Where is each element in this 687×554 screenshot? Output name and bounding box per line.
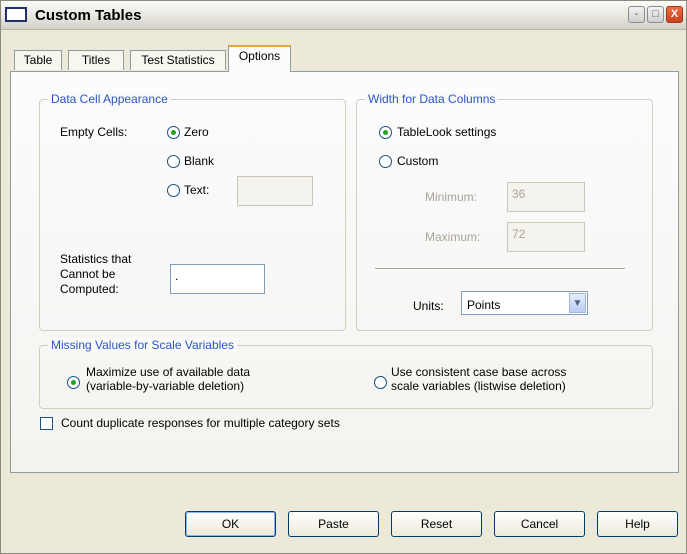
text-label: Text:: [184, 183, 210, 197]
width-for-data-columns-group: Width for Data Columns TableLook setting…: [356, 92, 653, 331]
units-value: Points: [467, 298, 501, 312]
title-bar[interactable]: Custom Tables - □ X: [1, 1, 686, 30]
reset-button[interactable]: Reset: [391, 511, 482, 537]
minimum-input[interactable]: 36: [507, 182, 585, 212]
custom-radio[interactable]: [379, 155, 392, 168]
minimize-button[interactable]: -: [628, 6, 645, 23]
tab-test-statistics[interactable]: Test Statistics: [130, 50, 226, 70]
tablelook-settings-label: TableLook settings: [397, 125, 497, 139]
width-for-data-columns-legend: Width for Data Columns: [365, 92, 499, 106]
text-radio[interactable]: [167, 184, 180, 197]
window-icon: [5, 7, 27, 22]
missing-values-group: Missing Values for Scale Variables Maxim…: [39, 338, 653, 409]
data-cell-appearance-group: Data Cell Appearance Empty Cells: Zero B…: [39, 92, 346, 331]
data-cell-appearance-legend: Data Cell Appearance: [48, 92, 171, 106]
maximize-button[interactable]: □: [647, 6, 664, 23]
paste-button[interactable]: Paste: [288, 511, 379, 537]
maximum-input[interactable]: 72: [507, 222, 585, 252]
count-duplicates-checkbox[interactable]: [40, 417, 53, 430]
minimum-label: Minimum:: [425, 190, 478, 204]
chevron-down-icon[interactable]: ▼: [569, 293, 586, 313]
tablelook-settings-radio[interactable]: [379, 126, 392, 139]
maximum-label: Maximum:: [425, 230, 481, 244]
count-duplicates-label: Count duplicate responses for multiple c…: [61, 416, 340, 430]
statistics-cannot-be-computed-label: Statistics that Cannot be Computed:: [60, 252, 132, 296]
maximize-use-label: Maximize use of available data (variable…: [86, 365, 251, 393]
maximize-use-radio[interactable]: [67, 376, 80, 389]
blank-radio[interactable]: [167, 155, 180, 168]
cancel-button[interactable]: Cancel: [494, 511, 585, 537]
custom-label: Custom: [397, 154, 439, 168]
blank-label: Blank: [184, 154, 215, 168]
custom-tables-dialog: Custom Tables - □ X Table Titles Test St…: [0, 0, 687, 554]
units-label: Units:: [413, 299, 444, 313]
empty-cells-label: Empty Cells:: [60, 125, 128, 139]
separator-line: [375, 268, 625, 270]
tab-titles[interactable]: Titles: [68, 50, 124, 70]
help-button[interactable]: Help: [597, 511, 678, 537]
missing-values-legend: Missing Values for Scale Variables: [48, 338, 237, 352]
close-button[interactable]: X: [666, 6, 683, 23]
zero-label: Zero: [184, 125, 209, 139]
statistics-cannot-be-computed-input[interactable]: .: [170, 264, 265, 294]
tab-table[interactable]: Table: [14, 50, 62, 70]
consistent-case-base-radio[interactable]: [374, 376, 387, 389]
zero-radio[interactable]: [167, 126, 180, 139]
units-select[interactable]: Points ▼: [461, 291, 588, 315]
window-title: Custom Tables: [35, 7, 142, 24]
consistent-case-base-label: Use consistent case base across scale va…: [391, 365, 567, 393]
ok-button[interactable]: OK: [185, 511, 276, 537]
options-panel: Data Cell Appearance Empty Cells: Zero B…: [10, 71, 679, 473]
tab-options[interactable]: Options: [228, 45, 291, 72]
text-input[interactable]: [237, 176, 313, 206]
